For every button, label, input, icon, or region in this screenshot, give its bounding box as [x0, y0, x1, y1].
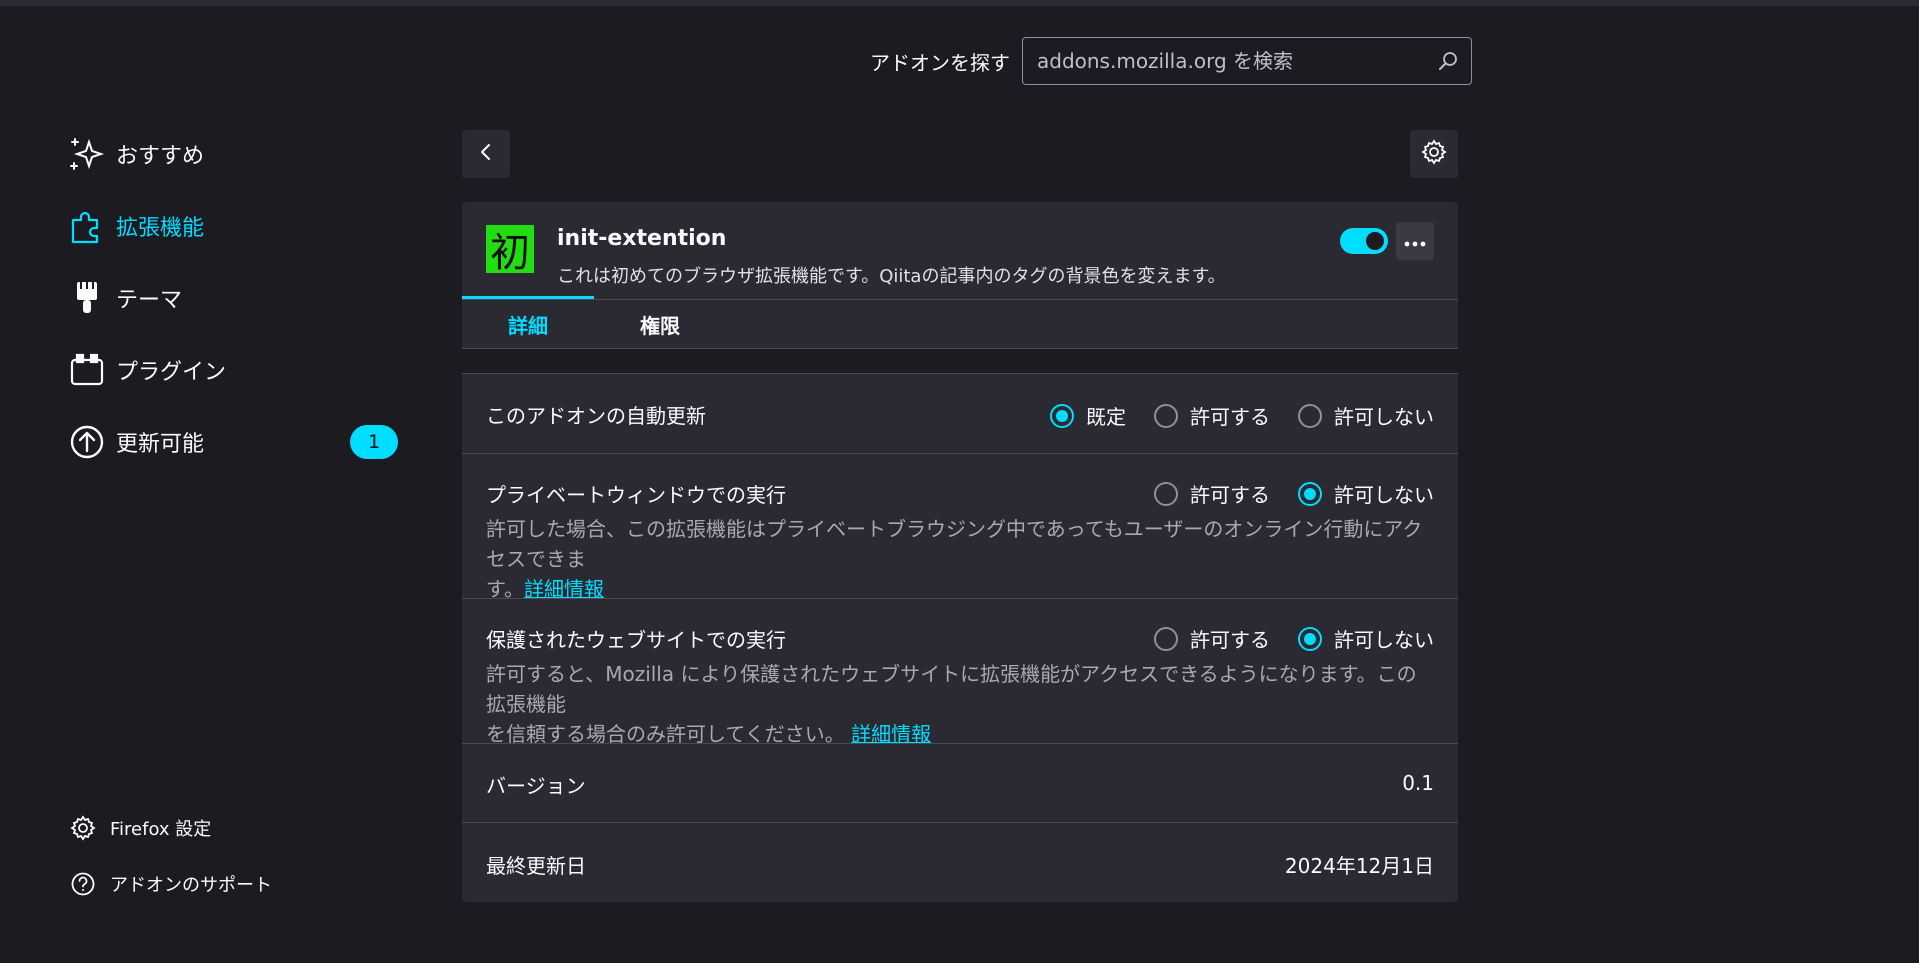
gear-icon	[68, 815, 98, 841]
firefox-settings-label: Firefox 設定	[110, 819, 212, 840]
search-input[interactable]	[1037, 49, 1437, 73]
protected-sites-title: 保護されたウェブサイトでの実行	[486, 628, 786, 652]
radio-label: 既定	[1086, 405, 1126, 429]
help-text-line: 許可した場合、この拡張機能はプライベートブラウジング中であってもユーザーのオンラ…	[486, 517, 1423, 571]
version-row: バージョン 0.1	[462, 743, 1458, 822]
radio-label: 許可する	[1190, 483, 1270, 507]
sidebar-item-recommendations[interactable]: おすすめ	[68, 128, 400, 180]
private-browsing-options: 許可する 許可しない	[1126, 479, 1434, 508]
private-browsing-row: プライベートウィンドウでの実行 許可する 許可しない 許可した場合、この拡張機能…	[462, 453, 1458, 601]
radio-dot	[1298, 626, 1322, 651]
version-label: バージョン	[486, 774, 586, 798]
addon-card: 初 init-extention これは初めてのブラウザ拡張機能です。Qiita…	[462, 202, 1458, 902]
auto-update-allow-radio[interactable]: 許可する	[1154, 401, 1270, 430]
radio-dot	[1154, 403, 1178, 428]
auto-update-title: このアドオンの自動更新	[486, 404, 706, 428]
sparkles-icon	[68, 135, 106, 173]
gear-icon	[1421, 139, 1447, 169]
last-updated-row: 最終更新日 2024年12月1日	[462, 822, 1458, 902]
back-button[interactable]	[462, 130, 510, 178]
chevron-left-icon	[476, 142, 496, 166]
auto-update-default-radio[interactable]: 既定	[1050, 401, 1126, 430]
search-icon[interactable]	[1437, 50, 1459, 72]
toggle-knob	[1366, 232, 1384, 250]
last-updated-label: 最終更新日	[486, 854, 586, 878]
auto-update-row: このアドオンの自動更新 既定 許可する 許可しない	[462, 373, 1458, 453]
sidebar-item-label: 更新可能	[116, 432, 205, 457]
more-options-button[interactable]	[1396, 222, 1434, 260]
sidebar-item-plugins[interactable]: プラグイン	[68, 344, 400, 396]
radio-label: 許可する	[1190, 405, 1270, 429]
addon-detail-main: 初 init-extention これは初めてのブラウザ拡張機能です。Qiita…	[462, 130, 1458, 902]
protected-sites-row: 保護されたウェブサイトでの実行 許可する 許可しない 許可すると、Mozilla…	[462, 598, 1458, 746]
protected-sites-options: 許可する 許可しない	[1126, 624, 1434, 653]
tools-button[interactable]	[1410, 130, 1458, 178]
firefox-settings-link[interactable]: Firefox 設定	[68, 812, 272, 844]
more-dots-icon	[1404, 232, 1426, 251]
radio-dot	[1050, 403, 1074, 428]
updates-count-badge: 1	[350, 425, 398, 459]
protected-deny-radio[interactable]: 許可しない	[1298, 624, 1434, 653]
search-label: アドオンを探す	[870, 50, 1010, 75]
category-sidebar: おすすめ 拡張機能 テーマ プラグイン 更新可能 1	[68, 128, 400, 488]
sidebar-item-label: プラグイン	[116, 360, 227, 385]
addon-card-header: 初 init-extention これは初めてのブラウザ拡張機能です。Qiita…	[462, 202, 1458, 299]
radio-dot	[1154, 481, 1178, 506]
search-box[interactable]	[1022, 37, 1472, 85]
sidebar-item-updates[interactable]: 更新可能 1	[68, 416, 400, 468]
private-browsing-help: 許可した場合、この拡張機能はプライベートブラウジング中であってもユーザーのオンラ…	[486, 514, 1436, 604]
auto-update-options: 既定 許可する 許可しない	[1022, 401, 1434, 430]
private-browsing-title: プライベートウィンドウでの実行	[486, 483, 786, 507]
window-top-border	[0, 0, 1919, 6]
protected-sites-help: 許可すると、Mozilla により保護されたウェブサイトに拡張機能がアクセスでき…	[486, 659, 1436, 749]
sidebar-item-themes[interactable]: テーマ	[68, 272, 400, 324]
auto-update-deny-radio[interactable]: 許可しない	[1298, 401, 1434, 430]
addon-icon: 初	[486, 225, 534, 276]
protected-allow-radio[interactable]: 許可する	[1154, 624, 1270, 653]
private-deny-radio[interactable]: 許可しない	[1298, 479, 1434, 508]
sidebar-item-label: テーマ	[116, 288, 183, 313]
radio-label: 許可しない	[1334, 483, 1434, 507]
tab-permissions[interactable]: 権限	[594, 300, 726, 348]
radio-label: 許可する	[1190, 628, 1270, 652]
sidebar-item-label: 拡張機能	[116, 216, 205, 241]
addon-enable-toggle[interactable]	[1340, 228, 1388, 254]
tab-details[interactable]: 詳細	[462, 300, 594, 348]
radio-dot	[1154, 626, 1178, 651]
addon-support-link[interactable]: アドオンのサポート	[68, 868, 272, 900]
addon-support-label: アドオンのサポート	[110, 875, 272, 896]
radio-dot	[1298, 481, 1322, 506]
help-icon	[68, 871, 98, 897]
brush-icon	[68, 279, 106, 317]
last-updated-value: 2024年12月1日	[1284, 854, 1434, 878]
radio-dot	[1298, 403, 1322, 428]
help-text-line: 許可すると、Mozilla により保護されたウェブサイトに拡張機能がアクセスでき…	[486, 662, 1417, 716]
sidebar-item-label: おすすめ	[116, 144, 205, 169]
addon-name: init-extention	[557, 226, 727, 251]
radio-label: 許可しない	[1334, 405, 1434, 429]
update-arrow-icon	[68, 423, 106, 461]
puzzle-icon	[68, 207, 106, 245]
sidebar-footer: Firefox 設定 アドオンのサポート	[68, 812, 272, 924]
detail-tabs: 詳細 権限	[462, 296, 1458, 349]
tabs-spacer	[462, 349, 1458, 373]
sidebar-item-extensions[interactable]: 拡張機能	[68, 200, 400, 252]
version-value: 0.1	[1402, 771, 1434, 795]
addon-search: アドオンを探す	[870, 37, 1472, 85]
plugin-icon	[68, 351, 106, 389]
active-tab-indicator	[462, 296, 594, 299]
private-allow-radio[interactable]: 許可する	[1154, 479, 1270, 508]
addon-description: これは初めてのブラウザ拡張機能です。Qiitaの記事内のタグの背景色を変えます。	[557, 266, 1226, 287]
radio-label: 許可しない	[1334, 628, 1434, 652]
detail-toolbar	[462, 130, 1458, 178]
